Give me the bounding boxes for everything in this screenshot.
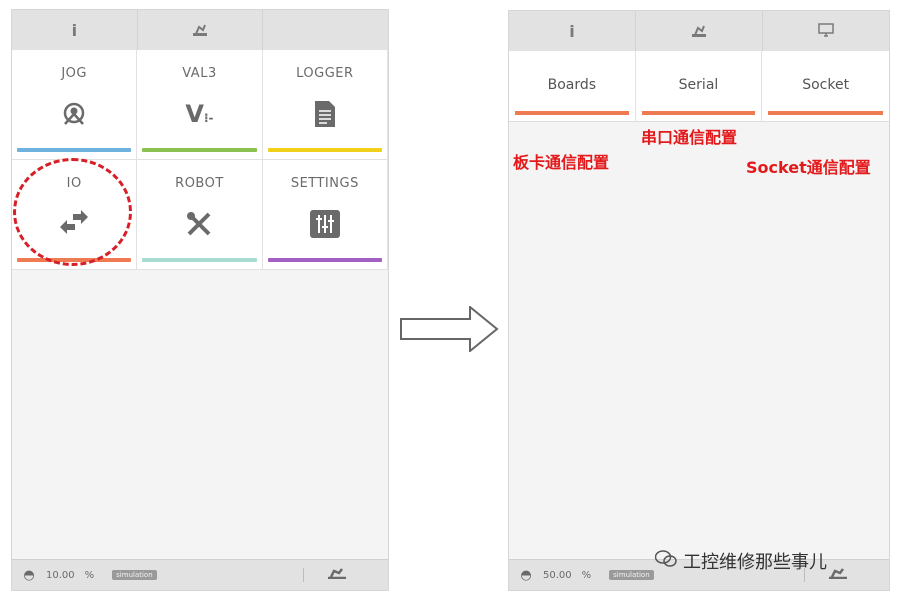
top-bar: i	[509, 11, 889, 52]
highlight-circle	[13, 158, 132, 266]
robot-tab[interactable]	[138, 10, 264, 50]
tile-color-bar	[267, 258, 382, 262]
tile-color-bar	[142, 258, 257, 262]
tab-color-bar	[641, 111, 756, 115]
tile-settings[interactable]: SETTINGS	[262, 160, 388, 270]
tile-label: JOG	[61, 66, 87, 81]
mode-badge: simulation	[112, 570, 157, 580]
tab-label: Serial	[678, 77, 719, 93]
speed-value[interactable]: 10.00	[46, 570, 75, 581]
tab-color-bar	[515, 111, 629, 115]
annotation-serial: 串口通信配置	[641, 128, 738, 147]
wechat-icon	[654, 549, 677, 573]
tile-label: LOGGER	[296, 66, 354, 81]
info-icon: i	[569, 21, 575, 41]
sliders-icon	[263, 210, 387, 245]
tile-color-bar	[267, 148, 382, 152]
tab-boards[interactable]: Boards	[509, 51, 636, 121]
tile-jog[interactable]: JOG	[12, 50, 138, 160]
speed-gauge-icon: ◓	[23, 567, 35, 583]
top-bar: i	[12, 10, 388, 51]
right-arrow-icon	[400, 304, 500, 356]
document-icon	[263, 100, 387, 135]
tab-color-bar	[768, 111, 883, 115]
speed-gauge-icon: ◓	[520, 567, 532, 583]
val3-icon: V⁝-	[185, 100, 214, 128]
tile-robot[interactable]: ROBOT	[137, 160, 263, 270]
robot-status-icon[interactable]	[327, 567, 347, 583]
robot-arm-icon	[691, 22, 707, 41]
robot-tab[interactable]	[636, 11, 763, 51]
tile-label: VAL3	[182, 66, 217, 81]
tile-color-bar	[142, 148, 257, 152]
robot-arm-icon	[192, 21, 208, 40]
tab-socket[interactable]: Socket	[762, 51, 889, 121]
annotation-socket: Socket通信配置	[746, 158, 871, 177]
divider	[303, 568, 304, 582]
tab-serial[interactable]: Serial	[635, 51, 763, 121]
speed-value[interactable]: 50.00	[543, 570, 572, 581]
tile-color-bar	[17, 148, 132, 152]
annotation-boards: 板卡通信配置	[513, 153, 610, 172]
io-config-panel: i Boards Serial Socket ◓ 50.00 % simulat…	[508, 10, 890, 591]
robot-tools-icon	[137, 210, 261, 245]
empty-tab	[263, 10, 388, 50]
jog-icon	[12, 100, 136, 133]
watermark-text: 工控维修那些事儿	[683, 552, 827, 573]
speed-unit: %	[84, 569, 95, 581]
main-menu-panel: i JOG VAL3 V⁝- LOGGER IO ROBOT SETTINGS …	[11, 9, 389, 591]
io-tabs: Boards Serial Socket	[509, 51, 889, 122]
info-icon: i	[71, 20, 78, 40]
tab-label: Socket	[802, 77, 850, 93]
tile-label: ROBOT	[175, 176, 224, 191]
monitor-icon	[818, 22, 834, 41]
tile-val3[interactable]: VAL3 V⁝-	[137, 50, 263, 160]
watermark: 工控维修那些事儿	[654, 548, 827, 574]
tile-logger[interactable]: LOGGER	[262, 50, 388, 160]
info-tab[interactable]: i	[509, 11, 636, 51]
status-bar: ◓ 10.00 % simulation	[12, 559, 388, 590]
tile-label: SETTINGS	[290, 176, 359, 191]
info-tab[interactable]: i	[12, 10, 138, 50]
mode-badge: simulation	[609, 570, 654, 580]
tab-label: Boards	[547, 77, 597, 93]
speed-unit: %	[581, 569, 592, 581]
monitor-tab[interactable]	[763, 11, 889, 51]
robot-status-icon[interactable]	[828, 567, 848, 583]
